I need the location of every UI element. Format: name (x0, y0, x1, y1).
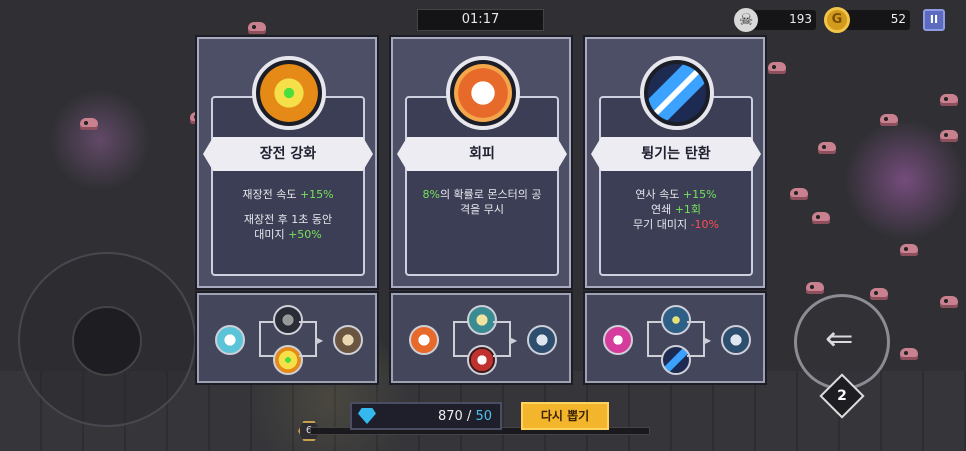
card-title: 회피 (469, 146, 495, 162)
enemy-pig (818, 142, 836, 154)
desc-text: 연쇄 (650, 203, 675, 216)
desc-text: 격을 무시 (460, 203, 504, 216)
enemy-pig (80, 118, 98, 130)
card-title-banner: 장전 강화 (203, 137, 373, 171)
dodge-cat-icon (446, 56, 520, 130)
combo-skill-icon (333, 325, 363, 355)
combo-arrow-icon: ▶ (511, 336, 518, 345)
desc-value: +50% (288, 228, 322, 241)
desc-text: 재장전 속도 (242, 188, 300, 201)
enemy-pig (940, 296, 958, 308)
green-burst-icon (252, 56, 326, 130)
desc-text: 재장전 후 1초 동안 (243, 213, 333, 226)
bouncing-bullet-icon (640, 56, 714, 130)
kill-counter: ☠ 193 (734, 8, 816, 32)
enemy-pig (790, 188, 808, 200)
combo-panel-reload: ▶ (197, 293, 377, 383)
card-title-banner: 회피 (397, 137, 567, 171)
enemy-pig (806, 282, 824, 294)
combo-skill-icon (527, 325, 557, 355)
match-timer: 01:17 (417, 9, 544, 31)
coin-count: 52 (890, 12, 906, 26)
gem-current: 870 (437, 409, 463, 424)
card-title-banner: 튕기는 탄환 (591, 137, 761, 171)
skull-icon: ☠ (734, 8, 758, 32)
card-description: 8%의 확률로 몬스터의 공 격을 무시 (409, 187, 555, 217)
card-description: 재장전 속도 +15% 재장전 후 1초 동안 대미지 +50% (215, 187, 361, 242)
enemy-pig (900, 348, 918, 360)
combo-bracket (687, 321, 705, 357)
enemy-pig (812, 212, 830, 224)
gem-counter: 870 / 50 (350, 402, 502, 430)
kill-count: 193 (789, 12, 812, 26)
upgrade-card-dodge[interactable]: 회피 8%의 확률로 몬스터의 공 격을 무시 (391, 37, 571, 288)
joystick-knob[interactable] (72, 306, 142, 376)
card-title: 장전 강화 (259, 146, 317, 162)
coin-counter: G 52 (824, 7, 910, 33)
dash-charges: 2 (837, 388, 847, 404)
card-title: 튕기는 탄환 (641, 146, 711, 162)
enemy-pig (768, 62, 786, 74)
gem-separator: / (462, 409, 476, 424)
card-description: 연사 속도 +15% 연쇄 +1회 무기 대미지 -10% (603, 187, 749, 232)
combo-panel-bouncing-bullet: ▶ (585, 293, 765, 383)
gem-cost: 50 (475, 409, 492, 424)
virtual-joystick[interactable] (18, 252, 196, 427)
desc-text: 대미지 (254, 228, 289, 241)
pause-button[interactable]: II (923, 9, 945, 31)
enemy-pig (940, 94, 958, 106)
desc-text: 무기 대미지 (632, 218, 691, 231)
enemy-pig (940, 130, 958, 142)
enemy-pig (870, 288, 888, 300)
desc-value: +15% (299, 188, 334, 201)
combo-bracket (299, 321, 317, 357)
desc-value: +1회 (674, 203, 702, 216)
enemy-pig (900, 244, 918, 256)
reroll-button[interactable]: 다시 뽑기 (521, 402, 609, 430)
enemy-pig (248, 22, 266, 34)
combo-bracket (493, 321, 511, 357)
combo-skill-icon (603, 325, 633, 355)
gem-values: 870 / 50 (438, 409, 492, 424)
enemy-pig (880, 114, 898, 126)
desc-text: 연사 속도 (635, 188, 683, 201)
desc-text: 의 확률로 몬스터의 공 (439, 188, 542, 201)
desc-value: 8% (422, 188, 440, 201)
desc-value: +15% (682, 188, 717, 201)
combo-skill-icon (409, 325, 439, 355)
upgrade-card-reload[interactable]: 장전 강화 재장전 속도 +15% 재장전 후 1초 동안 대미지 +50% (197, 37, 377, 288)
combo-panel-dodge: ▶ (391, 293, 571, 383)
dash-arrow-icon: ⇐ (825, 319, 854, 359)
combo-skill-icon (215, 325, 245, 355)
combo-arrow-icon: ▶ (317, 336, 324, 345)
upgrade-card-bouncing-bullet[interactable]: 튕기는 탄환 연사 속도 +15% 연쇄 +1회 무기 대미지 -10% (585, 37, 765, 288)
diamond-icon (358, 408, 376, 424)
combo-arrow-icon: ▶ (705, 336, 712, 345)
coin-icon: G (824, 7, 850, 33)
desc-value: -10% (690, 218, 719, 231)
combo-skill-icon (721, 325, 751, 355)
